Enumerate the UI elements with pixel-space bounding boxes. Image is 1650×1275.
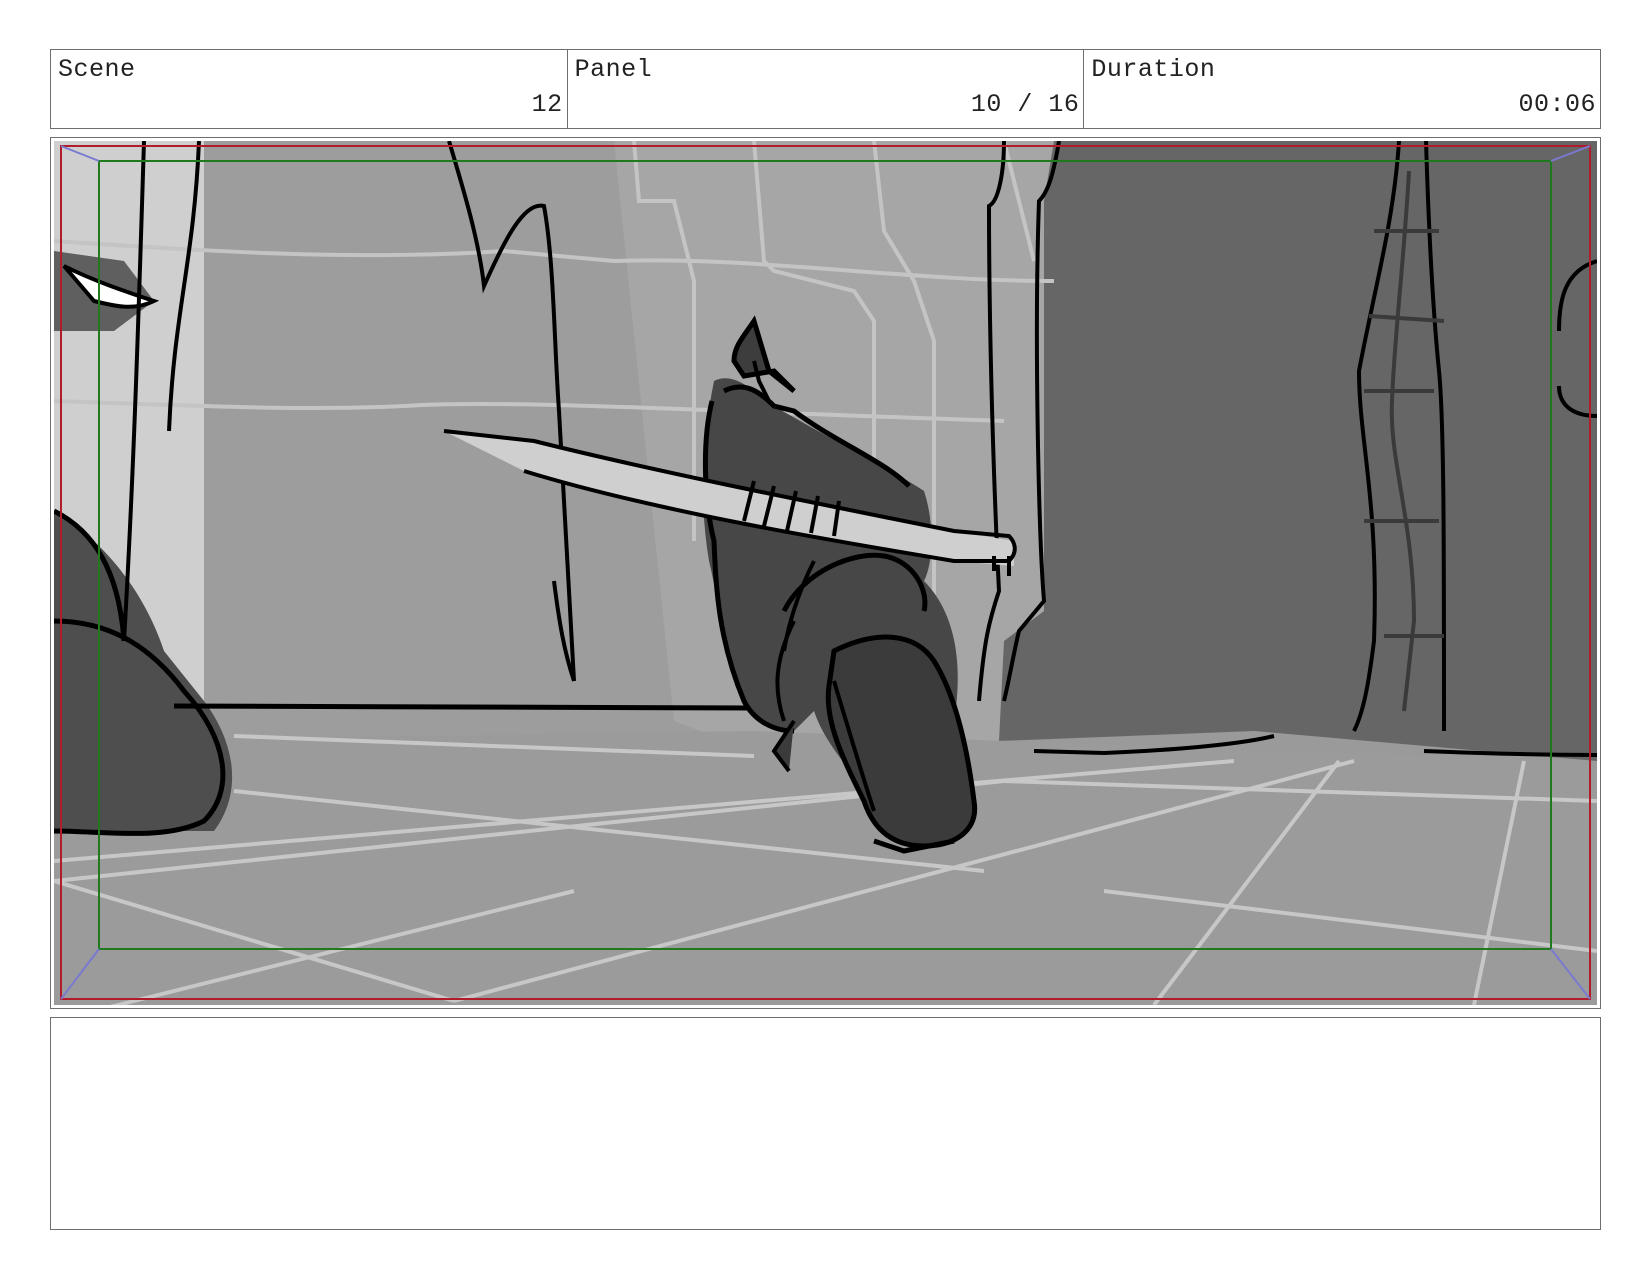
panel-notes-box (50, 1017, 1601, 1230)
scene-cell: Scene 12 (51, 50, 568, 128)
panel-label: Panel (574, 55, 653, 84)
panel-number: 10 / 16 (970, 90, 1080, 119)
wall-base-line (173, 703, 755, 711)
panel-cell: Panel 10 / 16 (568, 50, 1085, 128)
duration-value: 00:06 (1518, 90, 1597, 119)
scene-label: Scene (58, 55, 136, 84)
storyboard-panel-frame (50, 137, 1601, 1009)
storyboard-sketch (54, 141, 1597, 1005)
duration-cell: Duration 00:06 (1084, 50, 1600, 128)
panel-info-header: Scene 12 Panel 10 / 16 Duration 00:06 (50, 49, 1601, 129)
dark-wall (999, 141, 1597, 761)
scene-number: 12 (531, 90, 563, 119)
duration-label: Duration (1091, 55, 1216, 84)
